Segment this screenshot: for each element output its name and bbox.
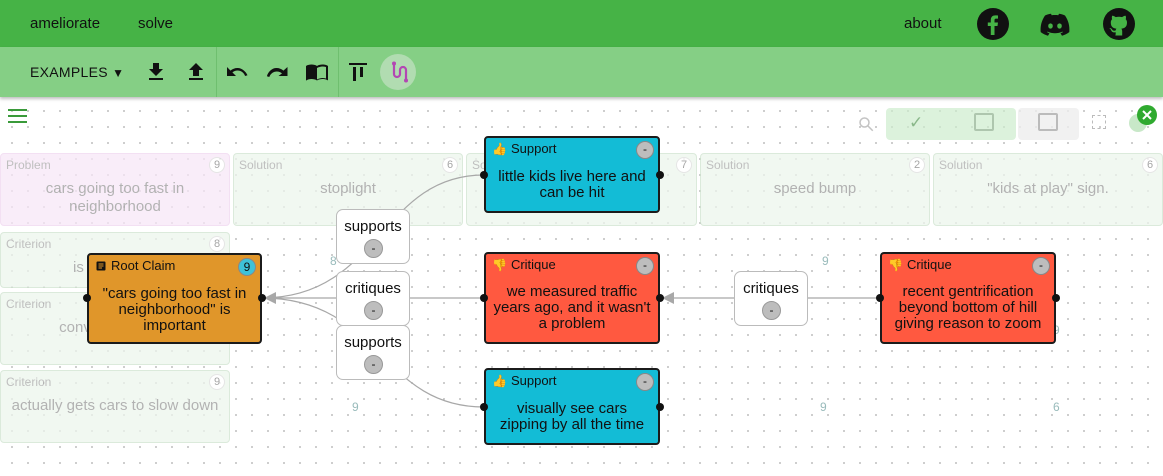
edge-label-text: critiques [743, 280, 799, 297]
edge-label-supports-1[interactable]: supports - [336, 209, 410, 264]
thumbs-up-icon: 👍 [492, 141, 507, 156]
brand-link[interactable]: ameliorate [30, 15, 100, 32]
thumbs-up-icon: 👍 [492, 373, 507, 388]
about-link[interactable]: about [904, 15, 942, 32]
route-icon[interactable] [386, 60, 410, 84]
edge-score-button[interactable]: - [364, 355, 383, 374]
connection-handle[interactable] [480, 171, 488, 179]
score-button[interactable]: - [1032, 257, 1050, 275]
undo-icon[interactable] [225, 60, 249, 84]
score-button[interactable]: - [636, 257, 654, 275]
connection-handle[interactable] [480, 294, 488, 302]
chevron-down-icon: ▼ [112, 66, 125, 80]
node-text: visually see cars zipping by all the tim… [499, 400, 645, 433]
edge-label-critiques-1[interactable]: critiques - [336, 271, 410, 326]
edge-label-critiques-2[interactable]: critiques - [734, 271, 808, 326]
score-button[interactable]: - [636, 373, 654, 391]
node-text: we measured traffic years ago, and it wa… [493, 283, 651, 332]
connection-handle[interactable] [1052, 294, 1060, 302]
score-badge[interactable]: 9 [238, 258, 256, 276]
redo-icon[interactable] [265, 60, 289, 84]
connection-handle[interactable] [656, 171, 664, 179]
connection-handle[interactable] [258, 294, 266, 302]
node-header: 👍 Support [492, 141, 557, 156]
connection-handle[interactable] [656, 403, 664, 411]
connection-handle[interactable] [656, 294, 664, 302]
edge-label-supports-2[interactable]: supports - [336, 325, 410, 380]
node-header: Root Claim [95, 258, 175, 273]
node-type: Critique [510, 257, 556, 272]
toolbar: EXAMPLES ▼ [0, 47, 1163, 97]
support-node-1[interactable]: 👍 Support - little kids live here and ca… [484, 136, 660, 213]
root-claim-node[interactable]: Root Claim 9 "cars going too fast in nei… [87, 253, 262, 344]
article-icon [96, 261, 106, 270]
node-type: Support [510, 373, 557, 388]
node-header: 👎 Critique [888, 257, 952, 272]
critique-node-2[interactable]: 👎 Critique - recent gentrification beyon… [880, 252, 1056, 344]
facebook-icon[interactable] [977, 8, 1009, 40]
edge-score-button[interactable]: - [364, 301, 383, 320]
critique-node-1[interactable]: 👎 Critique - we measured traffic years a… [484, 252, 660, 344]
connection-handle[interactable] [876, 294, 884, 302]
solve-link[interactable]: solve [138, 15, 173, 32]
toolbar-divider [216, 47, 217, 97]
upload-icon[interactable] [184, 60, 208, 84]
toolbar-divider [338, 47, 339, 97]
edge-score-button[interactable]: - [364, 239, 383, 258]
download-icon[interactable] [144, 60, 168, 84]
open-book-icon[interactable] [305, 60, 329, 84]
node-type: Support [510, 141, 557, 156]
thumbs-down-icon: 👎 [888, 257, 903, 272]
edge-score-button[interactable]: - [762, 301, 781, 320]
align-top-icon[interactable] [346, 60, 370, 84]
node-text: recent gentrification beyond bottom of h… [894, 283, 1042, 332]
diagram-canvas[interactable]: ✓ Problem 9 cars going too fast in neigh… [0, 97, 1163, 476]
support-node-2[interactable]: 👍 Support - visually see cars zipping by… [484, 368, 660, 445]
top-navbar: ameliorate solve about [0, 0, 1163, 47]
connection-handle[interactable] [83, 294, 91, 302]
node-type: Critique [906, 257, 952, 272]
node-header: 👍 Support [492, 373, 557, 388]
node-text: "cars going too fast in neighborhood" is… [102, 285, 247, 334]
node-header: 👎 Critique [492, 257, 556, 272]
score-button[interactable]: - [636, 141, 654, 159]
node-type: Root Claim [111, 258, 176, 273]
edge-label-text: supports [344, 334, 402, 351]
thumbs-down-icon: 👎 [492, 257, 507, 272]
edge-label-text: critiques [345, 280, 401, 297]
discord-icon[interactable] [1039, 8, 1071, 40]
connection-handle[interactable] [480, 403, 488, 411]
edge-label-text: supports [344, 218, 402, 235]
github-icon[interactable] [1103, 8, 1135, 40]
node-text: little kids live here and can be hit [498, 168, 646, 201]
examples-label: EXAMPLES [30, 64, 108, 80]
examples-dropdown[interactable]: EXAMPLES ▼ [30, 64, 124, 80]
